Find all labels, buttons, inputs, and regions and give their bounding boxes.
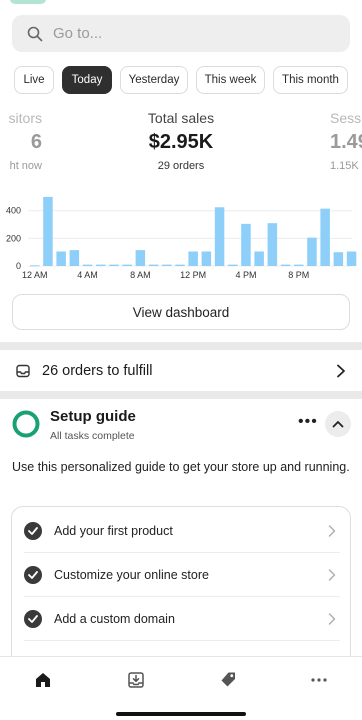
tab-yesterday[interactable]: Yesterday [120, 66, 188, 94]
more-icon[interactable] [306, 669, 332, 691]
search-placeholder: Go to... [53, 25, 103, 42]
chart-bar [175, 264, 185, 266]
search-bar[interactable]: Go to... [12, 15, 350, 52]
collapse-button[interactable] [325, 411, 351, 437]
setup-guide-subtitle: All tasks complete [50, 430, 135, 442]
metric-sub: ht now [9, 160, 42, 172]
bottom-navigation [0, 656, 362, 720]
search-icon [27, 26, 43, 41]
x-tick-label: 12 PM [180, 270, 206, 280]
chart-bar [214, 207, 225, 266]
metric-total-sales[interactable]: Total sales $2.95K 29 orders [111, 110, 251, 172]
metric-sub: 29 orders [157, 160, 205, 172]
chevron-right-icon [328, 569, 336, 581]
y-tick-label: 200 [6, 233, 21, 243]
chart-bar [43, 196, 53, 266]
check-circle-icon [24, 609, 42, 628]
check-circle-icon [24, 565, 42, 584]
chart-bar [96, 264, 106, 266]
tab-today[interactable]: Today [62, 66, 112, 94]
chart-bar [254, 251, 264, 266]
chart-bar [294, 264, 304, 266]
home-icon[interactable] [30, 669, 56, 691]
section-divider [0, 342, 362, 350]
chart-bar [307, 237, 317, 266]
chart-bar [109, 264, 119, 266]
task-item[interactable]: Add your first product [24, 509, 340, 553]
chart-bar [82, 264, 93, 266]
metric-value: $2.95K [148, 131, 214, 153]
chart-bar [228, 264, 238, 266]
orders-to-fulfill-text: 26 orders to fulfill [42, 363, 153, 379]
tab-live[interactable]: Live [14, 66, 54, 94]
metric-sub: 1.15K v [330, 160, 362, 172]
chart-bar [188, 251, 198, 266]
setup-guide-title: Setup guide [50, 408, 136, 425]
chevron-right-icon [328, 525, 336, 537]
view-dashboard-button[interactable]: View dashboard [12, 294, 350, 330]
metric-visitors[interactable]: sitors 6 ht now [0, 110, 42, 172]
setup-task-list: Add your first product Customize your on… [11, 506, 351, 666]
metric-value: 6 [30, 131, 42, 153]
chart-bar [346, 251, 357, 266]
task-item[interactable]: Add a custom domain [24, 597, 340, 641]
chart-bar [162, 264, 172, 266]
tab-this-month[interactable]: This month [273, 66, 348, 94]
task-label: Customize your online store [54, 567, 209, 582]
chart-bar [280, 264, 291, 266]
metric-value: 1.49 [330, 131, 362, 153]
chevron-right-icon [337, 364, 345, 378]
chart-bar [333, 252, 344, 266]
x-tick-label: 8 PM [288, 270, 309, 280]
metric-label: sitors [8, 110, 42, 126]
chart-bar [267, 223, 278, 266]
chart-bar [56, 251, 66, 266]
metric-label: Sessi [330, 110, 362, 126]
x-tick-label: 4 PM [235, 270, 256, 280]
task-label: Add your first product [54, 523, 173, 538]
setup-guide-description: Use this personalized guide to get your … [12, 460, 350, 474]
x-tick-label: 8 AM [130, 270, 151, 280]
y-tick-label: 0 [16, 261, 21, 271]
orders-to-fulfill-row[interactable]: 26 orders to fulfill [0, 350, 362, 392]
inbox-icon [16, 364, 30, 378]
metric-sessions[interactable]: Sessi 1.49 1.15K v [330, 110, 362, 172]
task-item[interactable]: Customize your online store [24, 553, 340, 597]
sales-bar-chart: 0 200 400 12 AM 4 AM 8 AM 12 PM 4 PM 8 PM [6, 196, 357, 280]
task-label: Add a custom domain [54, 611, 175, 626]
x-tick-label: 12 AM [22, 270, 48, 280]
chart-bar [30, 265, 40, 267]
chart-bar [135, 250, 146, 266]
y-tick-label: 400 [6, 206, 21, 216]
tab-this-week[interactable]: This week [196, 66, 265, 94]
more-options-icon[interactable]: ••• [298, 414, 318, 430]
chart-bar [320, 208, 330, 266]
metric-label: Total sales [147, 110, 215, 126]
orders-icon[interactable] [123, 669, 149, 691]
chart-bar [69, 250, 80, 266]
chart-bar [122, 264, 132, 266]
products-icon[interactable] [215, 669, 241, 691]
chevron-right-icon [328, 613, 336, 625]
app-header-sliver [10, 0, 46, 4]
x-tick-label: 4 AM [77, 270, 98, 280]
chart-bar [201, 251, 212, 266]
check-circle-icon [24, 521, 42, 540]
home-indicator [116, 712, 246, 716]
progress-ring-icon [12, 410, 40, 438]
chart-bar [241, 223, 251, 266]
date-range-tabs: Live Today Yesterday This week This mont… [0, 66, 362, 94]
section-divider [0, 391, 362, 399]
chevron-up-icon [332, 421, 344, 428]
chart-bar [148, 264, 159, 266]
